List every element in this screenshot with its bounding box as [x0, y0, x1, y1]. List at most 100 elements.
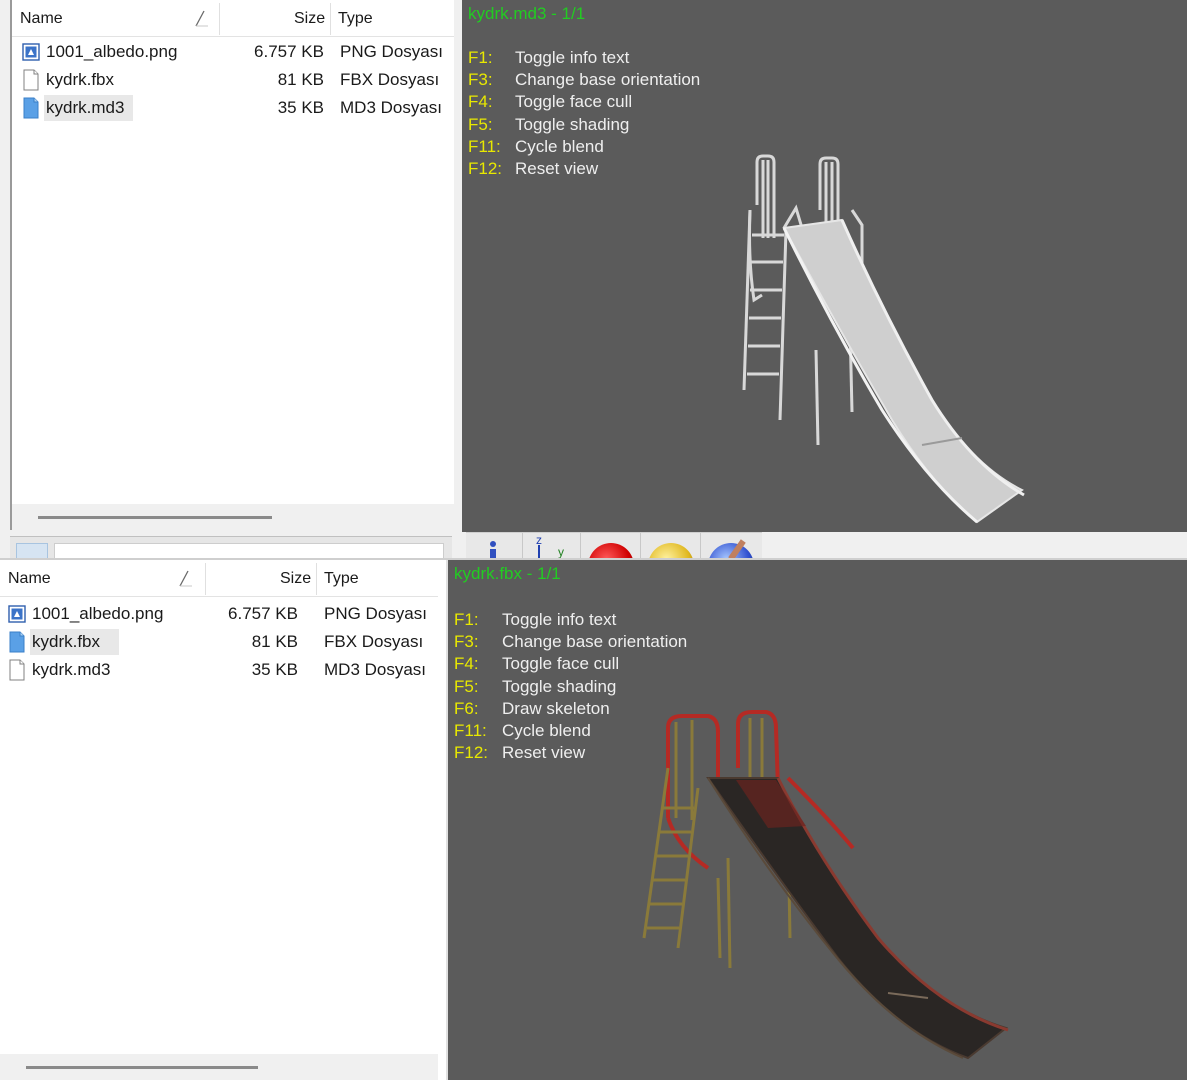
file-row[interactable]: 1001_albedo.png 6.757 KB PNG Dosyası — [0, 600, 438, 628]
file-name: kydrk.fbx — [32, 632, 101, 651]
file-size: 6.757 KB — [228, 604, 298, 623]
hotkey-description: Change base orientation — [515, 70, 701, 90]
file-list-pane: Name Size Type 1001_albedo.png 6.757 KB PN… — [10, 0, 454, 530]
hotkey-key: F1: — [454, 610, 479, 629]
image-file-icon — [8, 603, 26, 625]
screenshot-md3-view: Name Size Type 1001_albedo.png 6.757 KB PN… — [0, 0, 1187, 558]
hotkey-row: F3: Change base orientation — [468, 70, 768, 92]
horizontal-scrollbar[interactable] — [0, 1054, 438, 1080]
column-divider[interactable] — [205, 563, 206, 595]
info-icon-bar — [490, 549, 496, 558]
texture-material-button[interactable] — [700, 533, 762, 558]
file-list-pane: Name Size Type 1001_albedo.png 6.757 KB PN… — [0, 560, 438, 1080]
file-type: FBX Dosyası — [324, 632, 424, 651]
hotkey-row: F3: Change base orientation — [454, 632, 754, 654]
column-header-bar: Name Size Type — [0, 560, 438, 597]
gold-material-button[interactable] — [640, 533, 701, 558]
path-bar — [10, 536, 452, 558]
file-type: FBX Dosyası — [340, 70, 440, 89]
hotkey-row: F1: Toggle info text — [468, 48, 768, 70]
column-header-type[interactable]: Type — [324, 560, 359, 596]
hotkey-key: F4: — [468, 92, 493, 112]
hotkey-description: Toggle face cull — [515, 92, 633, 112]
file-row[interactable]: kydrk.fbx 81 KB FBX Dosyası — [0, 628, 438, 656]
axes-icon — [538, 545, 540, 558]
gold-sphere-icon — [648, 543, 694, 558]
axes-button[interactable]: z y — [522, 533, 581, 558]
file-size: 6.757 KB — [254, 42, 324, 61]
file-name: 1001_albedo.png — [46, 42, 178, 61]
column-header-size[interactable]: Size — [294, 0, 325, 36]
slide-model-untextured — [742, 154, 1025, 524]
hotkey-key: F3: — [454, 632, 479, 652]
hotkey-key: F3: — [468, 70, 493, 90]
viewer-title: kydrk.md3 - 1/1 — [468, 4, 586, 23]
red-material-button[interactable] — [580, 533, 641, 558]
image-file-icon — [22, 41, 40, 63]
hotkey-description: Reset view — [502, 743, 586, 763]
model-viewer[interactable]: kydrk.fbx - 1/1 F1: Toggle info text F3: Ch… — [446, 560, 1187, 1080]
column-header-size[interactable]: Size — [280, 560, 311, 596]
viewer-toolbar: z y — [466, 532, 762, 558]
hotkey-row: F1: Toggle info text — [454, 610, 754, 632]
hotkey-key: F11: — [468, 136, 501, 156]
hotkey-row: F11: Cycle blend — [468, 137, 768, 159]
blue-file-icon — [22, 97, 40, 119]
hotkey-row: F5: Toggle shading — [454, 677, 754, 699]
slide-model-textured — [642, 710, 1009, 1060]
column-header-type[interactable]: Type — [338, 0, 373, 36]
column-divider[interactable] — [219, 3, 220, 35]
file-size: 35 KB — [277, 98, 324, 117]
hotkey-key: F12: — [468, 159, 503, 178]
hotkey-description: Cycle blend — [502, 721, 591, 740]
file-row[interactable]: 1001_albedo.png 6.757 KB PNG Dosyası — [12, 38, 454, 66]
hotkey-description: Change base orientation — [502, 632, 688, 652]
file-type: PNG Dosyası — [324, 604, 427, 623]
file-row[interactable]: kydrk.fbx 81 KB FBX Dosyası — [12, 66, 454, 94]
hotkey-description: Cycle blend — [515, 136, 604, 156]
blue-file-icon — [8, 631, 26, 653]
hotkey-description: Toggle shading — [515, 114, 630, 134]
hotkey-row: F12: Reset view — [468, 159, 768, 181]
sort-indicator-icon — [179, 570, 192, 587]
hotkey-key: F1: — [468, 48, 493, 67]
info-button[interactable] — [466, 533, 523, 558]
info-icon — [490, 541, 496, 547]
refresh-icon[interactable] — [16, 543, 48, 558]
hotkey-description: Toggle info text — [502, 610, 617, 629]
blank-file-icon — [8, 659, 26, 681]
column-header-name[interactable]: Name — [8, 560, 51, 596]
hotkey-description: Toggle shading — [502, 676, 617, 696]
file-name: kydrk.md3 — [32, 660, 111, 679]
file-type: PNG Dosyası — [340, 42, 443, 61]
file-row[interactable]: kydrk.md3 35 KB MD3 Dosyası — [12, 94, 454, 122]
column-divider[interactable] — [330, 3, 331, 35]
column-header-name[interactable]: Name — [20, 0, 63, 36]
hotkey-row: F4: Toggle face cull — [468, 92, 768, 114]
file-size: 81 KB — [277, 70, 324, 89]
column-header-bar: Name Size Type — [12, 0, 454, 37]
scrollbar-thumb[interactable] — [38, 516, 272, 519]
file-name: kydrk.fbx — [46, 70, 115, 89]
hotkey-key: F5: — [454, 676, 479, 696]
file-size: 81 KB — [251, 632, 298, 651]
axis-y-label: y — [558, 545, 564, 558]
horizontal-scrollbar[interactable] — [12, 504, 454, 530]
file-name: 1001_albedo.png — [32, 604, 164, 623]
hotkey-description: Toggle info text — [515, 48, 630, 67]
hotkey-description: Toggle face cull — [502, 654, 620, 674]
hotkey-row: F4: Toggle face cull — [454, 654, 754, 676]
hotkey-key: F5: — [468, 114, 493, 134]
scrollbar-thumb[interactable] — [26, 1066, 258, 1069]
file-size: 35 KB — [251, 660, 298, 679]
file-name: kydrk.md3 — [46, 98, 125, 117]
hotkey-description: Draw skeleton — [502, 698, 610, 718]
path-input[interactable] — [54, 543, 444, 558]
hotkey-key: F6: — [454, 698, 479, 718]
column-divider[interactable] — [316, 563, 317, 595]
file-type: MD3 Dosyası — [324, 660, 427, 679]
hotkey-key: F4: — [454, 654, 479, 674]
hotkey-description: Reset view — [515, 159, 599, 178]
file-row[interactable]: kydrk.md3 35 KB MD3 Dosyası — [0, 656, 438, 684]
model-viewer[interactable]: kydrk.md3 - 1/1 F1: Toggle info text F3: Ch… — [462, 0, 1187, 532]
